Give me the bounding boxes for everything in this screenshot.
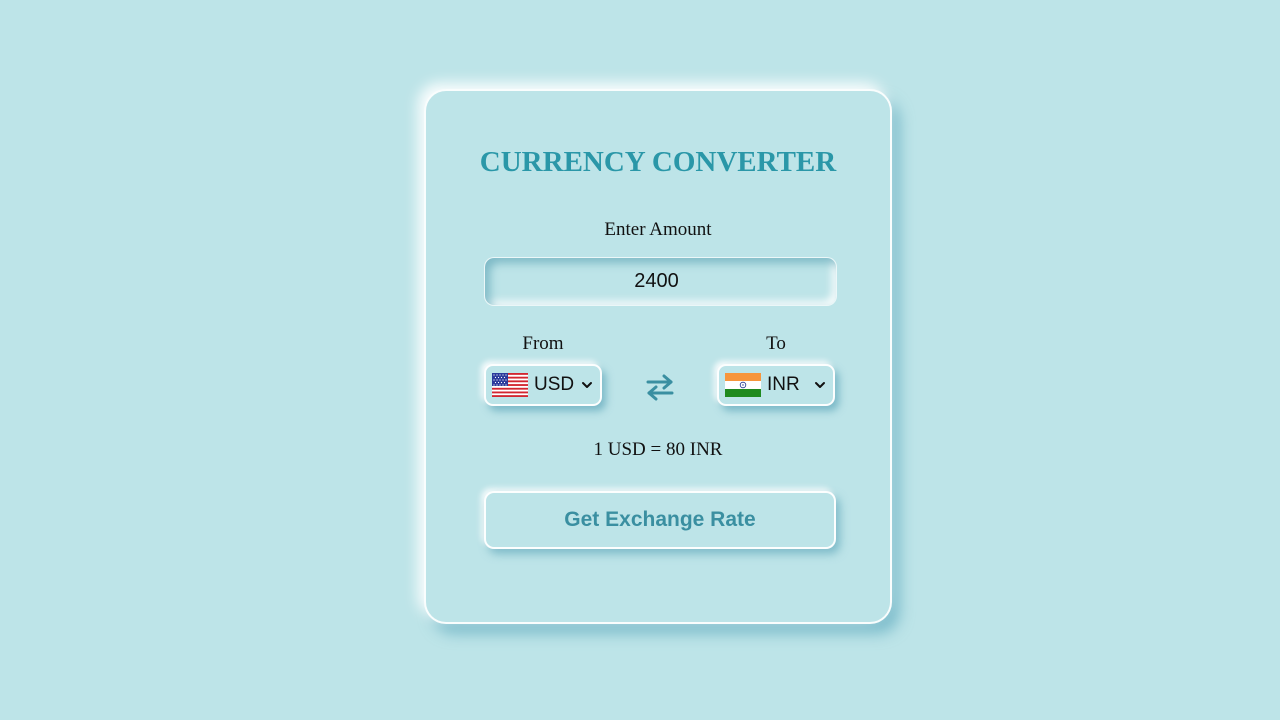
from-currency-select[interactable]: USD: [484, 364, 602, 406]
from-label: From: [522, 333, 564, 354]
get-exchange-rate-button[interactable]: Get Exchange Rate: [484, 491, 836, 549]
page-title: CURRENCY CONVERTER: [479, 146, 837, 178]
us-flag-icon: [492, 373, 528, 397]
exchange-rate-text: 1 USD = 80 INR: [593, 439, 723, 460]
converter-card: CURRENCY CONVERTER Enter Amount From To …: [424, 89, 892, 624]
india-flag-icon: [725, 373, 761, 397]
from-currency-code: USD: [534, 374, 575, 395]
swap-arrows-icon[interactable]: [644, 371, 676, 403]
to-currency-select[interactable]: INR: [717, 364, 835, 406]
to-label: To: [766, 333, 786, 354]
amount-label: Enter Amount: [604, 219, 712, 240]
chevron-down-icon: [582, 382, 592, 388]
amount-input[interactable]: [484, 257, 837, 306]
to-currency-code: INR: [767, 374, 800, 395]
chevron-down-icon: [815, 382, 825, 388]
